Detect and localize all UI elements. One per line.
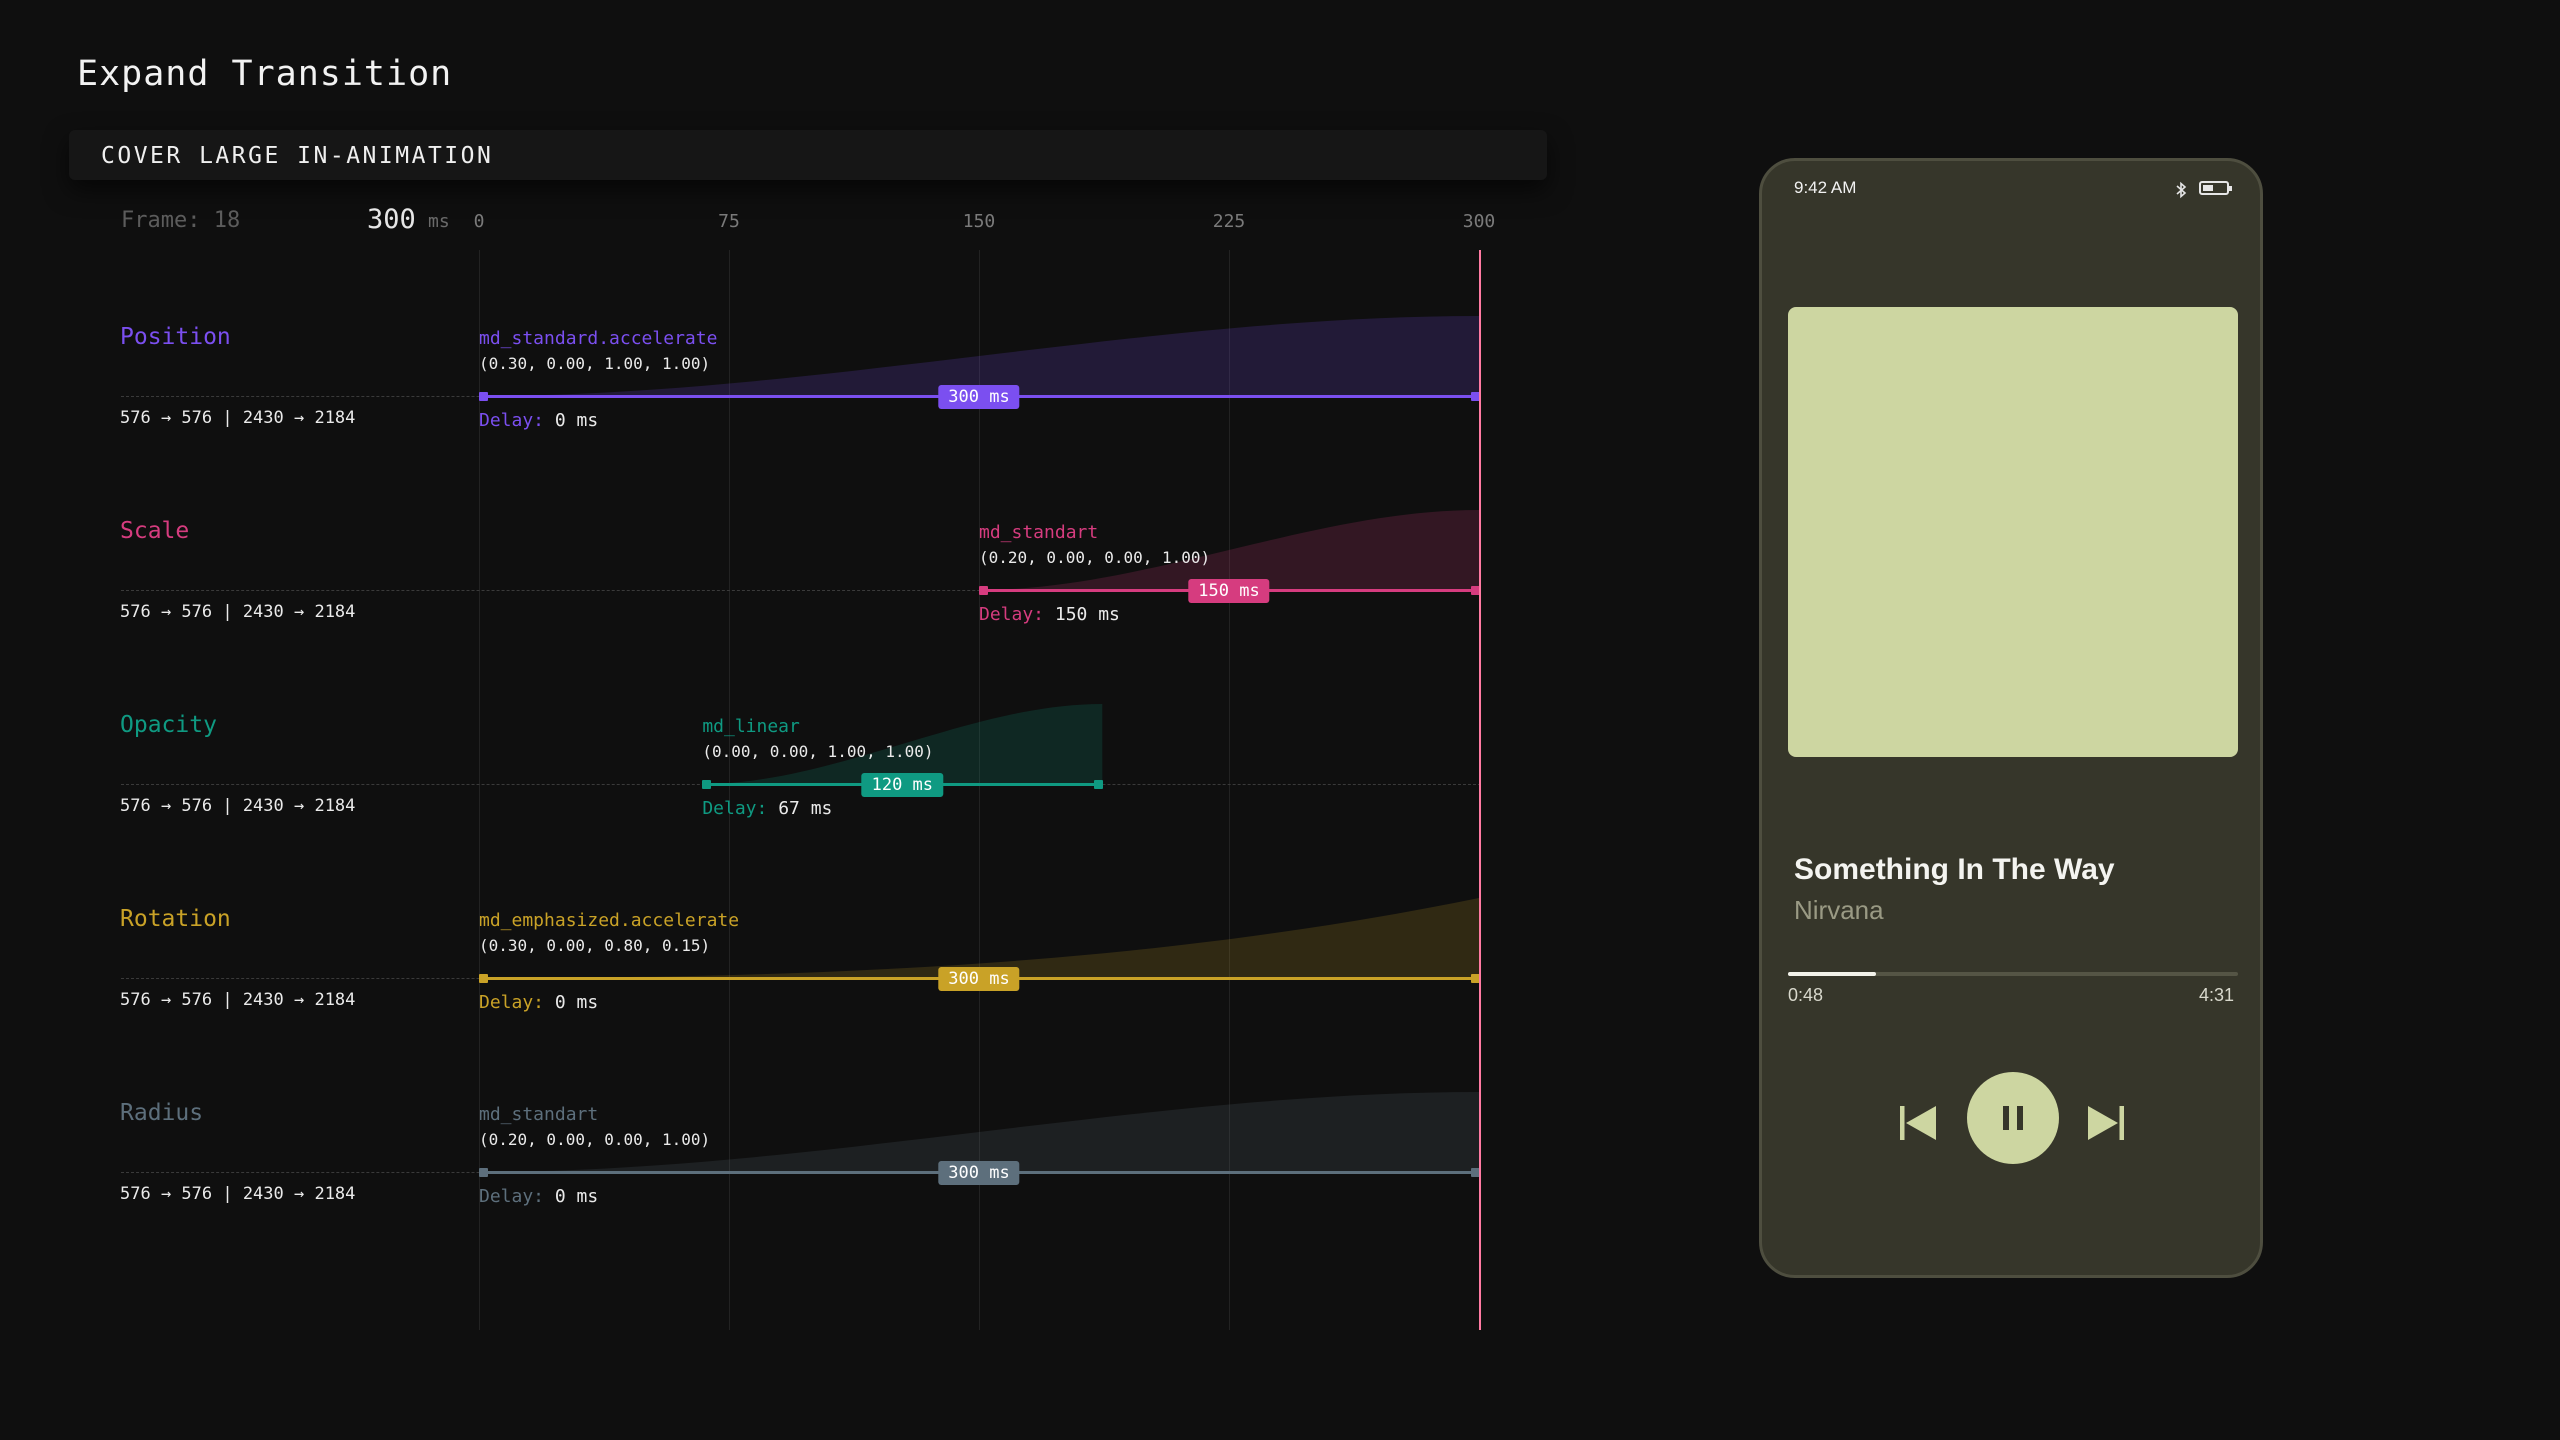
delay-text: Delay: 0 ms — [479, 1186, 598, 1207]
easing-params: (0.20, 0.00, 0.00, 1.00) — [479, 1130, 711, 1149]
easing-params: (0.30, 0.00, 1.00, 1.00) — [479, 354, 711, 373]
artist-name: Nirvana — [1794, 895, 1884, 925]
delay-text: Delay: 0 ms — [479, 992, 598, 1013]
row-name: Radius — [120, 1100, 204, 1126]
easing-params: (0.20, 0.00, 0.00, 1.00) — [979, 548, 1211, 567]
phone-preview: 9:42 AM Something In The Way Nirvana 0:4… — [1759, 158, 2263, 1278]
duration-pill: 300 ms — [938, 967, 1020, 991]
pause-button[interactable] — [1967, 1072, 2059, 1164]
track-start-handle[interactable] — [479, 974, 488, 983]
bluetooth-icon — [2176, 181, 2187, 199]
easing-params: (0.30, 0.00, 0.80, 0.15) — [479, 936, 711, 955]
row-name: Position — [120, 324, 231, 350]
battery-icon — [2199, 181, 2232, 195]
delay-value: 67 ms — [778, 798, 833, 819]
album-art — [1788, 307, 2238, 757]
delay-label: Delay: — [479, 992, 545, 1013]
playhead[interactable] — [1479, 250, 1481, 1330]
row-values: 576 → 576 | 2430 → 2184 — [120, 408, 356, 428]
track-start-handle[interactable] — [702, 780, 712, 789]
progress-fill — [1788, 972, 1877, 976]
delay-text: Delay: 150 ms — [979, 604, 1120, 625]
delay-value: 0 ms — [554, 992, 599, 1013]
track-start-handle[interactable] — [479, 392, 488, 401]
delay-label: Delay: — [479, 1186, 545, 1207]
track-end-handle[interactable] — [1094, 780, 1104, 789]
easing-name: md_emphasized.accelerate — [479, 910, 740, 931]
delay-label: Delay: — [979, 604, 1045, 625]
pause-icon — [2003, 1106, 2023, 1130]
easing-params: (0.00, 0.00, 1.00, 1.00) — [702, 742, 934, 761]
row-name: Rotation — [120, 906, 231, 932]
delay-label: Delay: — [702, 798, 768, 819]
delay-label: Delay: — [479, 410, 545, 431]
easing-name: md_standart — [979, 522, 1099, 543]
row-name: Opacity — [120, 712, 217, 738]
delay-value: 0 ms — [554, 410, 599, 431]
row-values: 576 → 576 | 2430 → 2184 — [120, 990, 356, 1010]
duration-pill: 300 ms — [938, 1161, 1020, 1185]
row-values: 576 → 576 | 2430 → 2184 — [120, 796, 356, 816]
progress-bar[interactable] — [1788, 972, 2238, 976]
delay-text: Delay: 0 ms — [479, 410, 598, 431]
duration-pill: 120 ms — [861, 773, 944, 797]
delay-value: 0 ms — [554, 1186, 599, 1207]
song-title: Something In The Way — [1794, 853, 2115, 886]
row-values: 576 → 576 | 2430 → 2184 — [120, 602, 356, 622]
row-values: 576 → 576 | 2430 → 2184 — [120, 1184, 356, 1204]
status-time: 9:42 AM — [1794, 178, 1857, 197]
total-time: 4:31 — [2198, 985, 2234, 1005]
track-start-handle[interactable] — [979, 586, 988, 595]
easing-name: md_standard.accelerate — [479, 328, 718, 349]
duration-pill: 150 ms — [1188, 579, 1270, 603]
easing-name: md_linear — [702, 716, 800, 737]
row-name: Scale — [120, 518, 190, 544]
elapsed-time: 0:48 — [1788, 985, 1824, 1005]
track-start-handle[interactable] — [479, 1168, 488, 1177]
easing-name: md_standart — [479, 1104, 599, 1125]
skip-next-icon[interactable] — [2082, 1098, 2132, 1148]
skip-previous-icon[interactable] — [1892, 1098, 1942, 1148]
delay-text: Delay: 67 ms — [702, 798, 832, 819]
duration-pill: 300 ms — [938, 385, 1020, 409]
delay-value: 150 ms — [1054, 604, 1120, 625]
